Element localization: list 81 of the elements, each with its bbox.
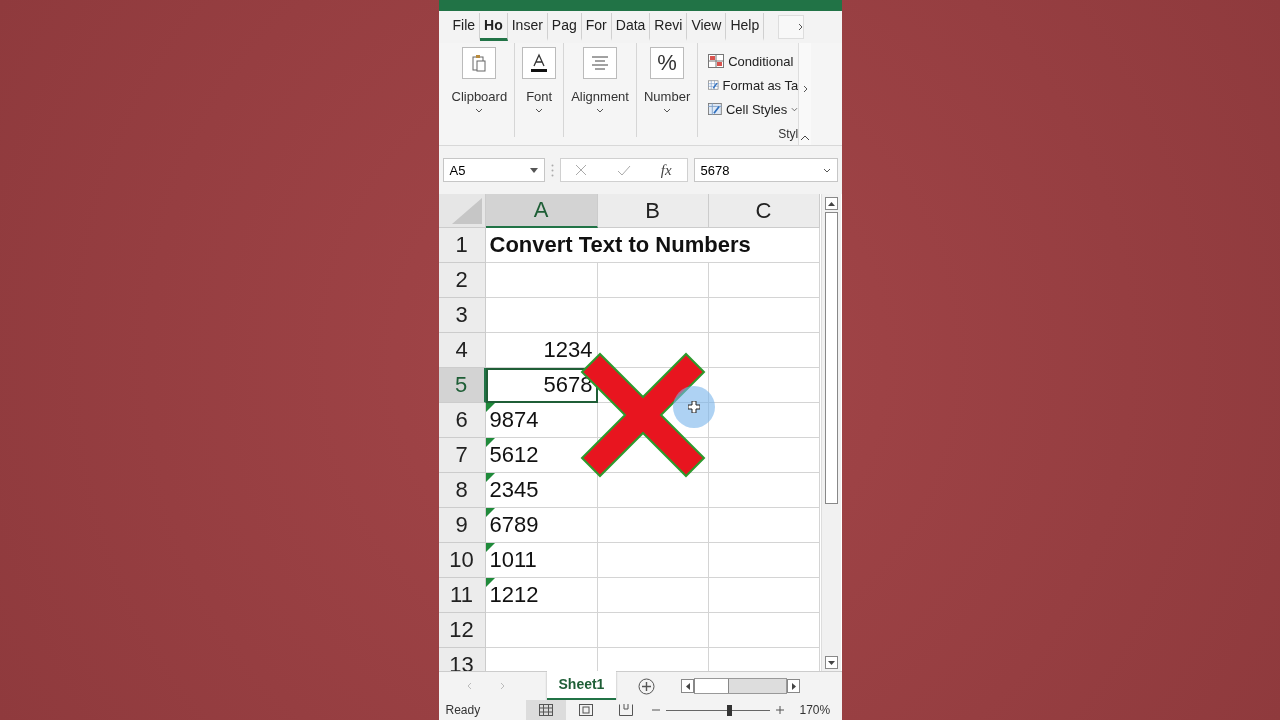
ribbon-tab[interactable]: Help bbox=[726, 13, 765, 41]
expand-icon bbox=[822, 167, 831, 173]
row-header[interactable]: 8 bbox=[438, 473, 486, 508]
align-center-icon bbox=[591, 56, 610, 70]
zoom-level[interactable]: 170% bbox=[799, 703, 831, 717]
table-cell: 6789 bbox=[485, 508, 598, 543]
scrollbar-thumb[interactable] bbox=[824, 212, 838, 504]
row-header[interactable]: 2 bbox=[438, 263, 486, 298]
style-menu-item[interactable]: Format as Ta bbox=[708, 73, 799, 97]
view-button[interactable] bbox=[525, 700, 566, 720]
row-header[interactable]: 3 bbox=[438, 298, 486, 333]
group-label: Font bbox=[526, 89, 553, 104]
table-cell: 1011 bbox=[485, 543, 598, 578]
caret-icon bbox=[475, 108, 484, 113]
grid-view-icon bbox=[538, 704, 553, 716]
ribbon-tab[interactable]: For bbox=[581, 13, 612, 41]
triangle-right-icon bbox=[791, 682, 796, 690]
group-label: Styl bbox=[778, 127, 799, 141]
scroll-down-button[interactable] bbox=[824, 656, 838, 669]
collapse-ribbon-icon[interactable] bbox=[800, 135, 811, 141]
add-sheet-icon[interactable] bbox=[638, 677, 656, 695]
percent-icon: % bbox=[657, 50, 677, 76]
row-header[interactable]: 6 bbox=[438, 403, 486, 438]
check-icon[interactable] bbox=[617, 164, 632, 176]
caret-icon bbox=[663, 108, 672, 113]
font-color-icon bbox=[530, 53, 549, 73]
ribbon-group-button[interactable]: % bbox=[650, 47, 685, 79]
ribbon-tab[interactable]: View bbox=[687, 13, 727, 41]
scrollbar-thumb[interactable] bbox=[694, 679, 730, 693]
ribbon-tab[interactable]: Data bbox=[611, 13, 651, 41]
group-label: Number bbox=[643, 89, 691, 104]
ribbon-tab[interactable]: Inser bbox=[507, 13, 548, 41]
page-layout-icon bbox=[578, 704, 593, 716]
ribbon-tab[interactable]: Pag bbox=[547, 13, 582, 41]
zoom-in-icon[interactable] bbox=[775, 706, 784, 714]
group-label: Alignment bbox=[571, 89, 629, 104]
select-all-corner[interactable] bbox=[438, 194, 486, 228]
clipboard-icon bbox=[472, 54, 487, 72]
cell-styles-icon bbox=[708, 102, 722, 116]
ribbon-group-button[interactable] bbox=[522, 47, 557, 79]
row-header[interactable]: 5 bbox=[438, 368, 486, 403]
style-menu-item[interactable]: Cell Styles bbox=[708, 97, 799, 121]
scroll-left-button[interactable] bbox=[681, 679, 695, 693]
caret-icon bbox=[791, 106, 799, 112]
mouse-cursor bbox=[672, 386, 715, 428]
row-header[interactable]: 4 bbox=[438, 333, 486, 368]
page-break-icon bbox=[618, 704, 633, 716]
scroll-up-button[interactable] bbox=[824, 197, 838, 210]
row-header[interactable]: 10 bbox=[438, 543, 486, 578]
column-header[interactable]: A bbox=[485, 194, 598, 228]
dropdown-icon bbox=[529, 167, 538, 173]
row-header[interactable]: 1 bbox=[438, 228, 486, 263]
formula-field[interactable]: 5678 bbox=[693, 158, 838, 182]
row-header[interactable]: 12 bbox=[438, 613, 486, 648]
table-cell: 1212 bbox=[485, 578, 598, 613]
scroll-right-button[interactable] bbox=[787, 679, 801, 693]
ribbon-tab[interactable]: Revi bbox=[650, 13, 688, 41]
column-header[interactable]: B bbox=[597, 194, 709, 228]
triangle-down-icon bbox=[827, 660, 835, 665]
column-header[interactable]: C bbox=[708, 194, 820, 228]
name-box[interactable]: A5 bbox=[442, 158, 545, 182]
triangle-up-icon bbox=[827, 201, 835, 206]
chevron-right-icon bbox=[798, 23, 804, 31]
row-header[interactable]: 9 bbox=[438, 508, 486, 543]
triangle-left-icon bbox=[685, 682, 690, 690]
table-cell: Convert Text to Numbers bbox=[485, 228, 820, 263]
zoom-slider-thumb[interactable] bbox=[726, 704, 732, 716]
status-text: Ready bbox=[445, 703, 482, 717]
insert-function-button[interactable]: fx bbox=[660, 161, 672, 179]
caret-icon bbox=[596, 108, 605, 113]
table-cell: 9874 bbox=[485, 403, 598, 438]
chevron-right-icon[interactable] bbox=[802, 85, 808, 93]
row-header[interactable]: 11 bbox=[438, 578, 486, 613]
ribbon-tab[interactable]: File bbox=[448, 13, 481, 41]
caret-icon bbox=[535, 108, 544, 113]
table-format-icon bbox=[708, 78, 719, 92]
group-label: Clipboard bbox=[451, 89, 508, 104]
sheet-tab[interactable]: Sheet1 bbox=[546, 670, 617, 700]
row-header[interactable]: 7 bbox=[438, 438, 486, 473]
style-menu-item[interactable]: Conditional bbox=[708, 49, 799, 73]
conditional-format-icon bbox=[708, 54, 725, 68]
